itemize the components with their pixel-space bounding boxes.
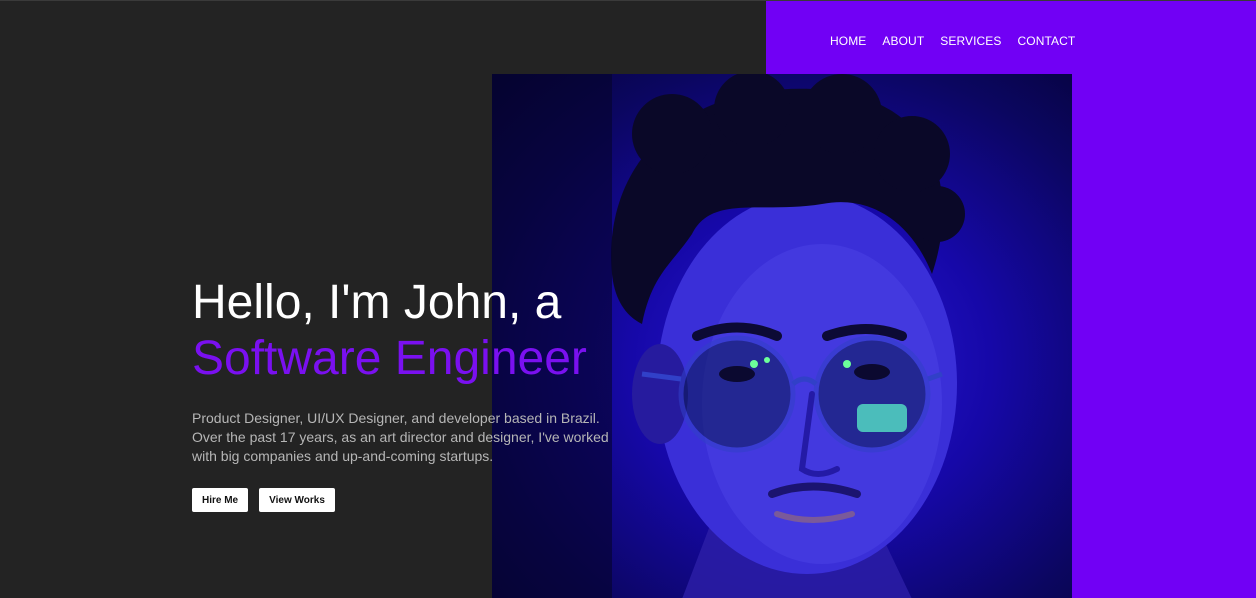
nav-home-link[interactable]: HOME: [830, 34, 866, 48]
hire-me-button[interactable]: Hire Me: [192, 488, 249, 512]
page: HOME ABOUT SERVICES CONTACT Hello, I'm J…: [0, 0, 1256, 598]
hero-buttons: Hire Me View Works: [192, 488, 632, 512]
main-nav: HOME ABOUT SERVICES CONTACT: [830, 34, 1075, 48]
hero-greeting: Hello, I'm John, a: [192, 276, 562, 329]
hero-description: Product Designer, UI/UX Designer, and de…: [192, 410, 609, 464]
hero-role-title: Software Engineer: [192, 332, 587, 385]
nav-contact-link[interactable]: CONTACT: [1018, 34, 1076, 48]
nav-about-link[interactable]: ABOUT: [882, 34, 924, 48]
nav-services-link[interactable]: SERVICES: [940, 34, 1001, 48]
view-works-button[interactable]: View Works: [259, 488, 335, 512]
hero-section: Hello, I'm John, a Software Engineer Pro…: [192, 275, 632, 512]
